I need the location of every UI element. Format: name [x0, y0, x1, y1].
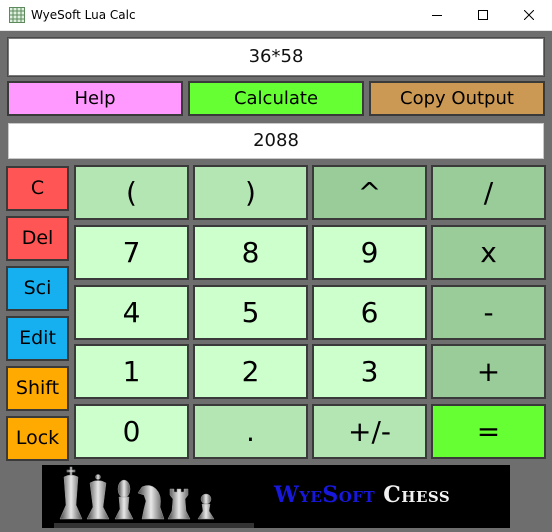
- help-button[interactable]: Help: [7, 81, 183, 116]
- close-button[interactable]: [506, 0, 552, 31]
- calculate-button[interactable]: Calculate: [188, 81, 364, 116]
- add-key[interactable]: +: [431, 344, 546, 399]
- decimal-key[interactable]: .: [193, 404, 308, 459]
- shift-button[interactable]: Shift: [6, 366, 69, 411]
- four-key[interactable]: 4: [74, 285, 189, 340]
- one-key[interactable]: 1: [74, 344, 189, 399]
- negate-key[interactable]: +/-: [312, 404, 427, 459]
- maximize-icon: [478, 10, 488, 20]
- multiply-key[interactable]: x: [431, 225, 546, 280]
- chess-pieces-icon: [54, 466, 254, 528]
- six-key[interactable]: 6: [312, 285, 427, 340]
- subtract-key[interactable]: -: [431, 285, 546, 340]
- open-paren-key[interactable]: (: [74, 165, 189, 220]
- nine-key[interactable]: 9: [312, 225, 427, 280]
- seven-key[interactable]: 7: [74, 225, 189, 280]
- equals-key[interactable]: =: [431, 404, 546, 459]
- brand-part2: Chess: [383, 482, 451, 508]
- minimize-icon: [432, 15, 442, 16]
- window-title: WyeSoft Lua Calc: [31, 8, 136, 22]
- minimize-button[interactable]: [414, 0, 460, 31]
- two-key[interactable]: 2: [193, 344, 308, 399]
- brand-part1: WyeSoft: [274, 482, 376, 508]
- sci-button[interactable]: Sci: [6, 266, 69, 311]
- delete-button[interactable]: Del: [6, 216, 69, 261]
- maximize-button[interactable]: [460, 0, 506, 31]
- title-bar: WyeSoft Lua Calc: [0, 0, 552, 31]
- app-grid-icon: [9, 7, 25, 23]
- edit-button[interactable]: Edit: [6, 316, 69, 361]
- divide-key[interactable]: /: [431, 165, 546, 220]
- close-icon: [524, 10, 534, 20]
- copy-output-button[interactable]: Copy Output: [369, 81, 545, 116]
- lock-button[interactable]: Lock: [6, 416, 69, 461]
- eight-key[interactable]: 8: [193, 225, 308, 280]
- zero-key[interactable]: 0: [74, 404, 189, 459]
- five-key[interactable]: 5: [193, 285, 308, 340]
- power-key[interactable]: ^: [312, 165, 427, 220]
- three-key[interactable]: 3: [312, 344, 427, 399]
- brand-logo: WyeSoft Chess: [274, 482, 450, 508]
- close-paren-key[interactable]: ): [193, 165, 308, 220]
- output-field[interactable]: 2088: [8, 123, 544, 159]
- wyesoft-chess-banner[interactable]: WyeSoft Chess: [42, 465, 510, 528]
- clear-button[interactable]: C: [6, 166, 69, 211]
- expression-input[interactable]: 36*58: [7, 37, 545, 77]
